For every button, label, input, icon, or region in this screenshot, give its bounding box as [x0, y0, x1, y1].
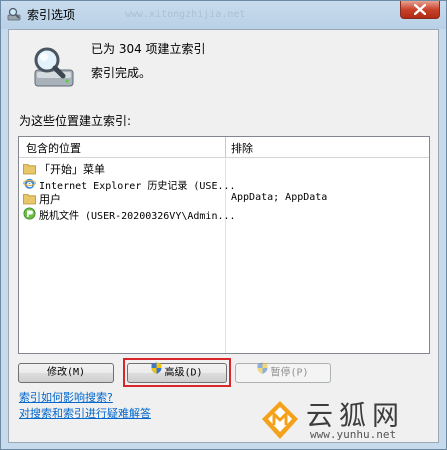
shield-icon — [257, 362, 268, 381]
list-item[interactable]: 用户 AppData; AppData — [21, 191, 427, 206]
indexing-status-icon — [29, 46, 77, 93]
locations-section-label: 为这些位置建立索引: — [19, 114, 132, 128]
location-name: 用户 — [39, 193, 61, 206]
folder-icon — [23, 162, 36, 175]
indexing-state-text: 索引完成。 — [91, 66, 152, 80]
pause-button-label: 暂停(P) — [270, 367, 309, 379]
advanced-button-label: 高级(D) — [164, 367, 203, 379]
internet-explorer-icon: e — [22, 177, 37, 190]
list-item[interactable]: 脱机文件 (USER-20200326VY\Admin... — [21, 206, 427, 222]
indexing-app-icon — [7, 7, 21, 21]
yunhu-logo-icon — [260, 399, 300, 444]
watermark-url: www.yunhu.net — [310, 428, 397, 441]
location-name: Internet Explorer 历史记录 (USE... — [39, 181, 236, 192]
indexing-options-window: 索引选项 www.xitongzhijia.net 已为 304 项建立索引 索… — [0, 0, 447, 450]
close-icon — [414, 4, 426, 15]
list-item[interactable]: 「开始」菜单 — [21, 161, 427, 176]
advanced-button[interactable]: 高级(D) — [127, 362, 227, 383]
site-watermark: 云狐网 www.yunhu.net — [260, 397, 442, 445]
title-bar[interactable]: 索引选项 www.xitongzhijia.net — [1, 1, 446, 29]
how-indexing-affects-search-link[interactable]: 索引如何影响搜索? — [19, 389, 113, 405]
indexed-count-text: 已为 304 项建立索引 — [91, 42, 206, 56]
location-name: 脱机文件 (USER-20200326VY\Admin... — [39, 211, 236, 222]
location-name: 「开始」菜单 — [39, 163, 105, 176]
list-item[interactable]: e Internet Explorer 历史记录 (USE... — [21, 176, 427, 192]
shield-icon — [151, 362, 162, 381]
indexed-locations-list[interactable]: 包含的位置 排除 「开始」菜单 e Internet Explorer 历史记录… — [18, 136, 430, 354]
header-separator[interactable] — [225, 137, 226, 157]
window-title: 索引选项 — [27, 8, 76, 22]
column-header-included[interactable]: 包含的位置 — [26, 140, 81, 156]
location-exclusions: AppData; AppData — [231, 192, 328, 203]
dialog-body: 已为 304 项建立索引 索引完成。 为这些位置建立索引: 包含的位置 排除 「… — [8, 29, 439, 443]
modify-button[interactable]: 修改(M) — [18, 363, 114, 383]
pause-button[interactable]: 暂停(P) — [235, 362, 331, 383]
background-watermark: www.xitongzhijia.net — [125, 9, 246, 20]
close-button[interactable] — [400, 1, 440, 19]
list-header: 包含的位置 排除 — [19, 137, 429, 158]
column-header-exclude[interactable]: 排除 — [231, 140, 253, 156]
folder-icon — [23, 192, 36, 205]
troubleshoot-search-indexing-link[interactable]: 对搜索和索引进行疑难解答 — [19, 405, 151, 421]
offline-files-icon — [23, 207, 36, 220]
